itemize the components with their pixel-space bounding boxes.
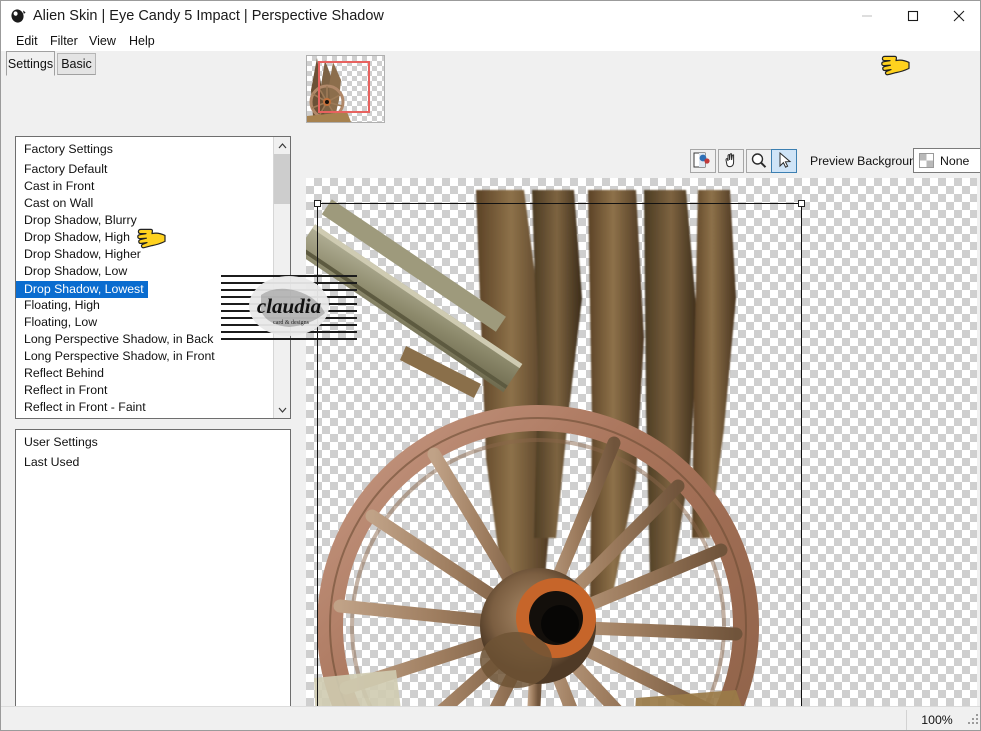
alien-skin-logo-icon <box>9 7 27 25</box>
list-item[interactable]: Drop Shadow, Blurry <box>16 212 274 229</box>
list-header-factory: Factory Settings <box>24 142 113 156</box>
preview-toggle-icon <box>693 152 710 168</box>
list-item[interactable]: Floating, High <box>16 297 274 314</box>
list-item[interactable]: Drop Shadow, Higher <box>16 246 274 263</box>
list-item[interactable]: Floating, Low <box>16 314 274 331</box>
factory-settings-listbox[interactable]: Factory Settings Factory Default Cast in… <box>15 136 291 419</box>
hand-pan-button[interactable] <box>718 149 744 173</box>
scroll-down-button[interactable] <box>274 401 290 418</box>
navigator-viewport-rect[interactable] <box>318 61 370 113</box>
minimize-button[interactable] <box>844 1 890 31</box>
status-message <box>9 710 709 730</box>
list-item[interactable]: Last Used <box>16 454 290 471</box>
preview-background-label: Preview Background: <box>810 154 927 168</box>
title-bar: Alien Skin | Eye Candy 5 Impact | Perspe… <box>1 1 980 31</box>
list-item[interactable]: Reflect Behind <box>16 365 274 382</box>
status-bar: 100% <box>1 706 980 730</box>
close-icon <box>953 10 965 22</box>
preview-image-wagon-wheel <box>306 190 759 730</box>
preview-toggle-button[interactable] <box>690 149 716 173</box>
scroll-thumb[interactable] <box>274 154 290 204</box>
arrow-select-icon <box>779 152 792 168</box>
list-header-user: User Settings <box>24 435 98 449</box>
menu-item-edit[interactable]: Edit <box>9 31 45 51</box>
menu-item-help[interactable]: Help <box>122 31 162 51</box>
tab-basic[interactable]: Basic <box>57 53 96 75</box>
maximize-button[interactable] <box>890 1 936 31</box>
list-item-selected[interactable]: Drop Shadow, Lowest <box>16 281 148 298</box>
scroll-up-button[interactable] <box>274 137 290 154</box>
preview-pane: Preview Background: None <box>301 51 980 730</box>
magnifier-zoom-button[interactable] <box>746 149 772 173</box>
settings-list-scrollbar[interactable] <box>273 137 290 418</box>
application-window: Alien Skin | Eye Candy 5 Impact | Perspe… <box>0 0 981 731</box>
list-item[interactable]: Drop Shadow, Low <box>16 263 274 280</box>
close-button[interactable] <box>936 1 980 31</box>
chevron-up-icon <box>278 143 287 149</box>
zoom-level: 100% <box>906 710 967 730</box>
preview-canvas[interactable] <box>306 178 977 730</box>
preview-background-select[interactable]: None <box>913 148 980 173</box>
arrow-select-button[interactable] <box>771 149 797 173</box>
tab-strip: Settings Basic <box>1 51 301 76</box>
minimize-icon <box>862 15 872 17</box>
hand-pan-icon <box>725 153 735 168</box>
magnifier-zoom-icon <box>751 153 767 168</box>
tab-settings[interactable]: Settings <box>6 51 55 76</box>
list-item[interactable]: Drop Shadow, High <box>16 229 274 246</box>
maximize-icon <box>907 10 919 22</box>
settings-pane: Settings Basic Factory Settings Factory … <box>1 51 301 730</box>
menu-item-view[interactable]: View <box>82 31 123 51</box>
list-item[interactable]: Long Perspective Shadow, in Back <box>16 331 274 348</box>
list-item[interactable]: Cast in Front <box>16 178 274 195</box>
navigator-thumbnail[interactable] <box>306 55 385 123</box>
window-title: Alien Skin | Eye Candy 5 Impact | Perspe… <box>33 8 384 24</box>
menu-item-filter[interactable]: Filter <box>43 31 85 51</box>
list-item[interactable]: Reflect in Front - Faint <box>16 399 274 416</box>
list-item[interactable]: Cast on Wall <box>16 195 274 212</box>
list-item[interactable]: Reflect in Front <box>16 382 274 399</box>
user-settings-listbox[interactable]: User Settings Last Used <box>15 429 291 712</box>
resize-grip-icon[interactable] <box>967 712 979 730</box>
preview-background-value: None <box>940 154 970 168</box>
checkerboard-swatch-icon <box>919 153 934 168</box>
list-item[interactable]: Long Perspective Shadow, in Front <box>16 348 274 365</box>
chevron-down-icon <box>278 407 287 413</box>
list-item[interactable]: Factory Default <box>16 161 274 178</box>
menu-bar: Edit Filter View Help <box>1 31 980 51</box>
